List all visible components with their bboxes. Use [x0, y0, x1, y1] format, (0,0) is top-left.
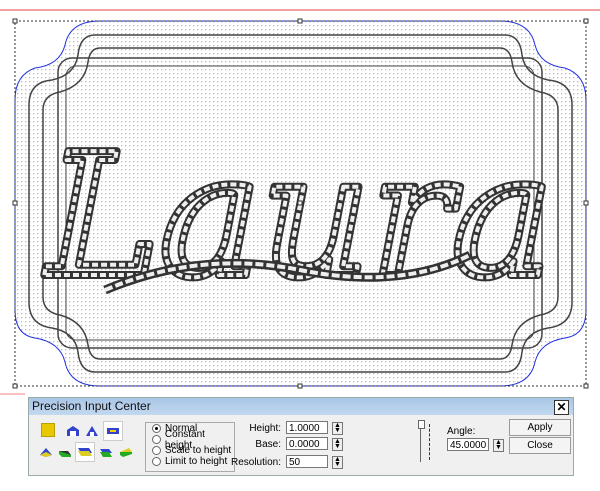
flat-icon[interactable] — [103, 421, 123, 441]
radio-scale-to-height[interactable]: Scale to height — [146, 445, 234, 456]
radio-constant-height[interactable]: Constant height — [146, 429, 234, 451]
dome-icon[interactable] — [66, 425, 80, 437]
radio-label: Scale to height — [165, 445, 232, 456]
base-input[interactable]: 0.0000 — [286, 437, 328, 450]
peak-icon[interactable] — [85, 425, 99, 437]
extrude-icon-2[interactable] — [58, 446, 72, 458]
height-spinner[interactable]: ▲ ▼ — [332, 422, 343, 435]
close-icon[interactable]: ✕ — [554, 400, 569, 415]
resolution-spinner[interactable]: ▲ ▼ — [332, 456, 343, 469]
precision-input-center-dialog: Precision Input Center ✕ Normal Constant… — [28, 397, 574, 476]
dialog-title: Precision Input Center — [29, 398, 573, 415]
height-label: Height: — [249, 423, 281, 434]
close-button[interactable]: Close — [509, 437, 571, 454]
color-swatch-icon[interactable] — [41, 423, 55, 437]
extrude-icon-4[interactable] — [99, 446, 113, 458]
angle-label: Angle: — [447, 426, 476, 437]
apply-button[interactable]: Apply — [509, 419, 571, 436]
resolution-input[interactable]: 50 — [286, 455, 328, 468]
angle-slider[interactable] — [418, 420, 434, 462]
extrude-icon-1[interactable] — [39, 446, 53, 458]
extrude-icon-5[interactable] — [119, 446, 133, 458]
angle-spinner[interactable]: ▲ ▼ — [493, 439, 504, 452]
base-spinner[interactable]: ▲ ▼ — [332, 438, 343, 451]
extrude-icon-3[interactable] — [75, 442, 95, 462]
resolution-label: Resolution: — [230, 457, 281, 468]
height-input[interactable]: 1.0000 — [286, 421, 328, 434]
design-canvas[interactable]: Laura Laura — [0, 0, 600, 395]
radio-label: Limit to height — [165, 456, 228, 467]
angle-input[interactable]: 45.0000 — [447, 438, 489, 451]
base-label: Base: — [255, 439, 281, 450]
